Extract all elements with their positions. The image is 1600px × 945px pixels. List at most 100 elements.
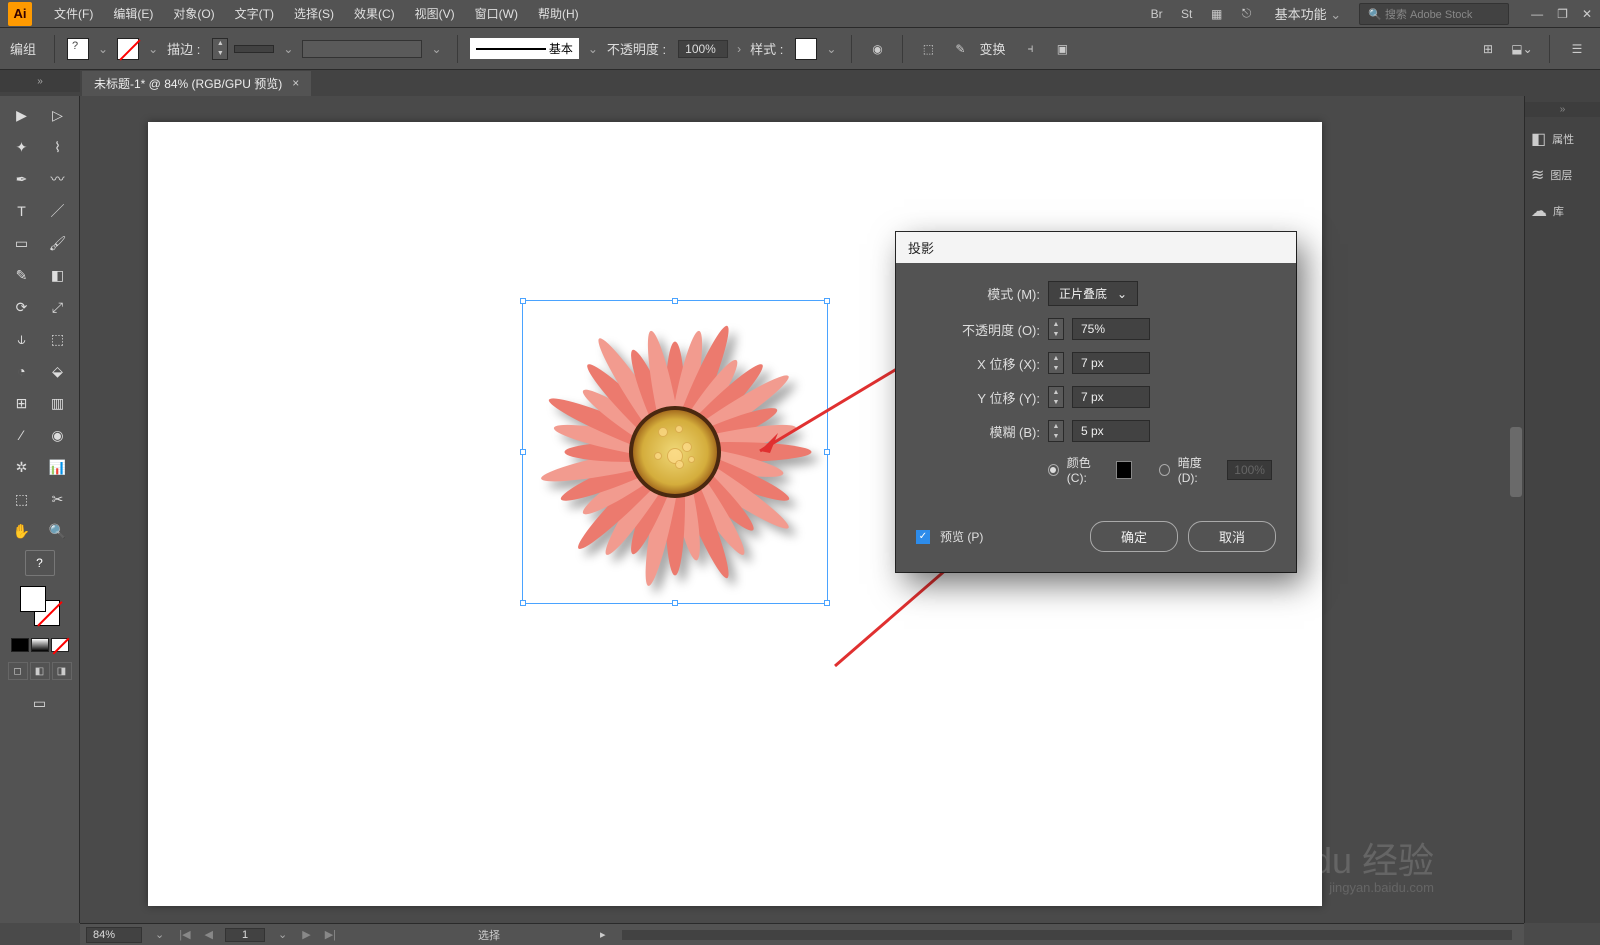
selection-handle[interactable] [824,298,830,304]
scale-tool[interactable]: ⤢ [43,294,73,320]
preview-checkbox[interactable]: ✓ [916,530,930,544]
slice-tool[interactable]: ✂ [43,486,73,512]
selection-handle[interactable] [672,600,678,606]
arrange-icon[interactable]: ▦ [1207,6,1227,22]
menu-edit[interactable]: 编辑(E) [103,0,163,28]
selection-handle[interactable] [520,298,526,304]
shape-icon[interactable]: ▣ [1049,36,1075,62]
scrollbar-thumb[interactable] [1510,427,1522,497]
column-graph-tool[interactable]: 📊 [43,454,73,480]
minimize-button[interactable]: — [1531,7,1543,21]
menu-window[interactable]: 窗口(W) [465,0,528,28]
transform-link[interactable]: 变换 [979,39,1005,58]
snap-icon[interactable]: ⬓⌄ [1509,36,1535,62]
artboard-tool[interactable]: ⬚ [7,486,37,512]
gradient-tool[interactable]: ▥ [43,390,73,416]
x-offset-input[interactable]: 7 px [1072,352,1150,374]
workspace-switcher[interactable]: 基本功能 [1267,4,1350,23]
draw-inside[interactable]: ◨ [52,662,72,680]
grid-icon[interactable]: ⊞ [1475,36,1501,62]
opacity-spinner[interactable]: ▲▼ [1048,318,1064,340]
selection-handle[interactable] [520,449,526,455]
perspective-tool[interactable]: ⬙ [43,358,73,384]
edit-icon[interactable]: ✎ [947,36,973,62]
selection-bounds[interactable] [522,300,828,604]
align-icon[interactable]: ⫞ [1017,36,1043,62]
direct-selection-tool[interactable]: ▷ [43,102,73,128]
selection-tool[interactable]: ▶ [7,102,37,128]
opacity-input[interactable]: 100% [678,40,728,58]
panel-menu-icon[interactable]: ☰ [1564,36,1590,62]
draw-normal[interactable]: ◻ [8,662,28,680]
darkness-radio[interactable] [1159,464,1170,476]
close-window-button[interactable]: ✕ [1582,7,1592,21]
fill-dropdown[interactable]: ⌄ [98,42,108,56]
rotate-tool[interactable]: ⟳ [7,294,37,320]
cancel-button[interactable]: 取消 [1188,521,1276,552]
menu-object[interactable]: 对象(O) [163,0,224,28]
isolate-icon[interactable]: ⬚ [915,36,941,62]
opacity-dropdown[interactable]: › [737,42,741,56]
color-radio[interactable] [1048,464,1059,476]
menu-type[interactable]: 文字(T) [225,0,284,28]
zoom-tool[interactable]: 🔍 [43,518,73,544]
screen-mode[interactable]: ▭ [25,690,55,716]
width-tool[interactable]: ⫝ [7,326,37,352]
shape-builder-tool[interactable]: ◔ [7,358,37,384]
lasso-tool[interactable]: ⌇ [43,134,73,160]
last-artboard[interactable]: ▶| [323,928,338,941]
maximize-button[interactable]: ❐ [1557,7,1568,21]
x-spinner[interactable]: ▲▼ [1048,352,1064,374]
eyedropper-tool[interactable]: ⁄ [7,422,37,448]
gpu-icon[interactable]: ⎋ [1237,6,1257,22]
menu-help[interactable]: 帮助(H) [528,0,589,28]
free-transform-tool[interactable]: ⬚ [43,326,73,352]
panel-libraries[interactable]: ☁库 [1525,193,1600,229]
panel-layers[interactable]: ≋图层 [1525,157,1600,193]
selection-handle[interactable] [672,298,678,304]
curvature-tool[interactable]: 〰 [43,166,73,192]
prev-artboard[interactable]: ◀ [203,928,215,941]
graphic-style-swatch[interactable] [795,38,817,60]
menu-select[interactable]: 选择(S) [284,0,344,28]
selection-handle[interactable] [520,600,526,606]
draw-behind[interactable]: ◧ [30,662,50,680]
blur-input[interactable]: 5 px [1072,420,1150,442]
line-tool[interactable]: ／ [43,198,73,224]
stock-icon[interactable]: St [1177,6,1197,22]
blur-spinner[interactable]: ▲▼ [1048,420,1064,442]
tab-close-button[interactable]: × [292,76,299,90]
stroke-swatch[interactable] [117,38,139,60]
fill-indicator[interactable]: ? [25,550,55,576]
menu-file[interactable]: 文件(F) [44,0,103,28]
menu-effect[interactable]: 效果(C) [344,0,405,28]
search-stock-input[interactable]: 🔍 搜索 Adobe Stock [1359,3,1509,25]
hand-tool[interactable]: ✋ [7,518,37,544]
mesh-tool[interactable]: ⊞ [7,390,37,416]
status-caret[interactable]: ▸ [600,928,606,941]
shadow-color-chip[interactable] [1116,461,1132,479]
y-offset-input[interactable]: 7 px [1072,386,1150,408]
stroke-dropdown[interactable]: ⌄ [148,42,158,56]
artboard-number[interactable]: 1 [225,928,265,942]
magic-wand-tool[interactable]: ✦ [7,134,37,160]
blend-tool[interactable]: ◉ [43,422,73,448]
panel-properties[interactable]: ◧属性 [1525,121,1600,157]
swatch-gradient[interactable] [31,638,49,652]
type-tool[interactable]: T [7,198,37,224]
shaper-tool[interactable]: ✎ [7,262,37,288]
horizontal-scrollbar[interactable] [622,930,1512,940]
swatch-black[interactable] [11,638,29,652]
ok-button[interactable]: 确定 [1090,521,1178,552]
stroke-profile[interactable] [302,40,422,58]
y-spinner[interactable]: ▲▼ [1048,386,1064,408]
fill-swatch[interactable]: ? [67,38,89,60]
symbol-sprayer-tool[interactable]: ✲ [7,454,37,480]
zoom-select[interactable]: 84% [86,927,142,943]
swatch-none[interactable] [51,638,69,652]
mode-select[interactable]: 正片叠底⌄ [1048,281,1138,306]
selection-handle[interactable] [824,449,830,455]
paintbrush-tool[interactable]: 🖌 [43,230,73,256]
vertical-scrollbar[interactable] [1508,96,1524,923]
brush-stroke-style[interactable]: 基本 [470,38,579,59]
